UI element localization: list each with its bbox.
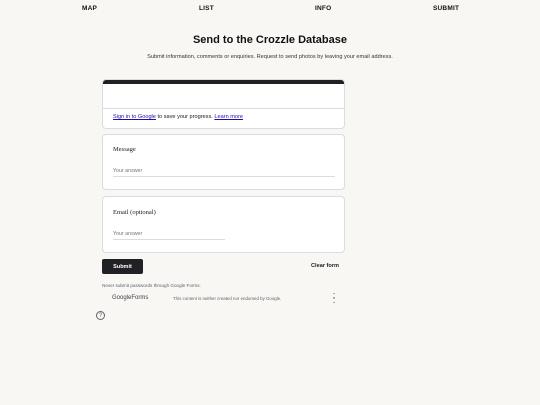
learn-more-link[interactable]: Learn more xyxy=(214,114,243,120)
nav-map-link[interactable]: MAP xyxy=(82,5,97,12)
nav-submit-link[interactable]: SUBMIT xyxy=(433,5,459,12)
password-warning: Never submit passwords through Google Fo… xyxy=(102,283,201,288)
page-subtitle: Submit information, comments or enquirie… xyxy=(147,54,393,60)
email-input[interactable] xyxy=(113,229,225,240)
form-header-divider xyxy=(103,108,344,109)
signin-link[interactable]: Sign in to Google xyxy=(113,114,156,120)
clear-form-button[interactable]: Clear form xyxy=(311,263,339,269)
nav-info-link[interactable]: INFO xyxy=(315,5,331,12)
signin-notice: Sign in to Google to save your progress.… xyxy=(113,114,243,120)
form-header-card: Sign in to Google to save your progress.… xyxy=(102,79,345,129)
more-options-icon[interactable] xyxy=(331,293,337,303)
message-input[interactable] xyxy=(113,166,335,177)
help-icon[interactable]: ? xyxy=(96,311,105,320)
message-label: Message xyxy=(113,146,136,153)
email-label: Email (optional) xyxy=(113,209,156,216)
form-header-band xyxy=(103,80,344,84)
submit-button[interactable]: Submit xyxy=(102,259,143,274)
message-question-card: Message xyxy=(102,134,345,190)
logo-forms-text: Forms xyxy=(131,295,149,301)
signin-text: to save your progress. xyxy=(155,114,215,120)
google-forms-logo[interactable]: GoogleForms xyxy=(112,295,148,301)
top-nav: MAP LIST INFO SUBMIT xyxy=(0,0,540,18)
logo-google-text: Google xyxy=(112,295,132,301)
email-question-card: Email (optional) xyxy=(102,196,345,253)
page-title: Send to the Crozzle Database xyxy=(192,34,348,46)
disclaimer-text: This content is neither created nor endo… xyxy=(173,296,282,301)
nav-list-link[interactable]: LIST xyxy=(199,5,214,12)
